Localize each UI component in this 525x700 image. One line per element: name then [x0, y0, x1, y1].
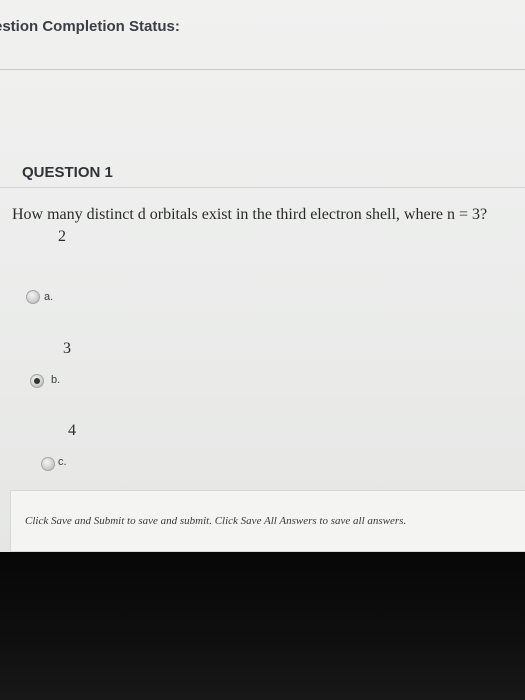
radio-button-a[interactable] — [26, 290, 40, 304]
question-header: QUESTION 1 — [22, 164, 113, 181]
option-letter: b. — [51, 374, 61, 386]
monitor-bezel — [0, 552, 525, 700]
browser-screen: estion Completion Status: QUESTION 1 How… — [0, 0, 525, 552]
option-letter: c. — [58, 456, 67, 468]
radio-button-b[interactable] — [30, 374, 44, 388]
save-instructions-box: Click Save and Submit to save and submit… — [10, 490, 525, 552]
question-completion-status-title: estion Completion Status: — [0, 18, 180, 35]
option-value: 4 — [68, 422, 76, 439]
divider — [0, 69, 525, 70]
option-letter: a. — [44, 291, 54, 303]
divider — [0, 187, 525, 188]
option-value: 3 — [63, 340, 71, 357]
radio-button-c[interactable] — [41, 457, 55, 471]
question-text: How many distinct d orbitals exist in th… — [12, 206, 488, 223]
option-value: 2 — [58, 228, 66, 245]
save-instructions-text: Click Save and Submit to save and submit… — [25, 515, 407, 527]
